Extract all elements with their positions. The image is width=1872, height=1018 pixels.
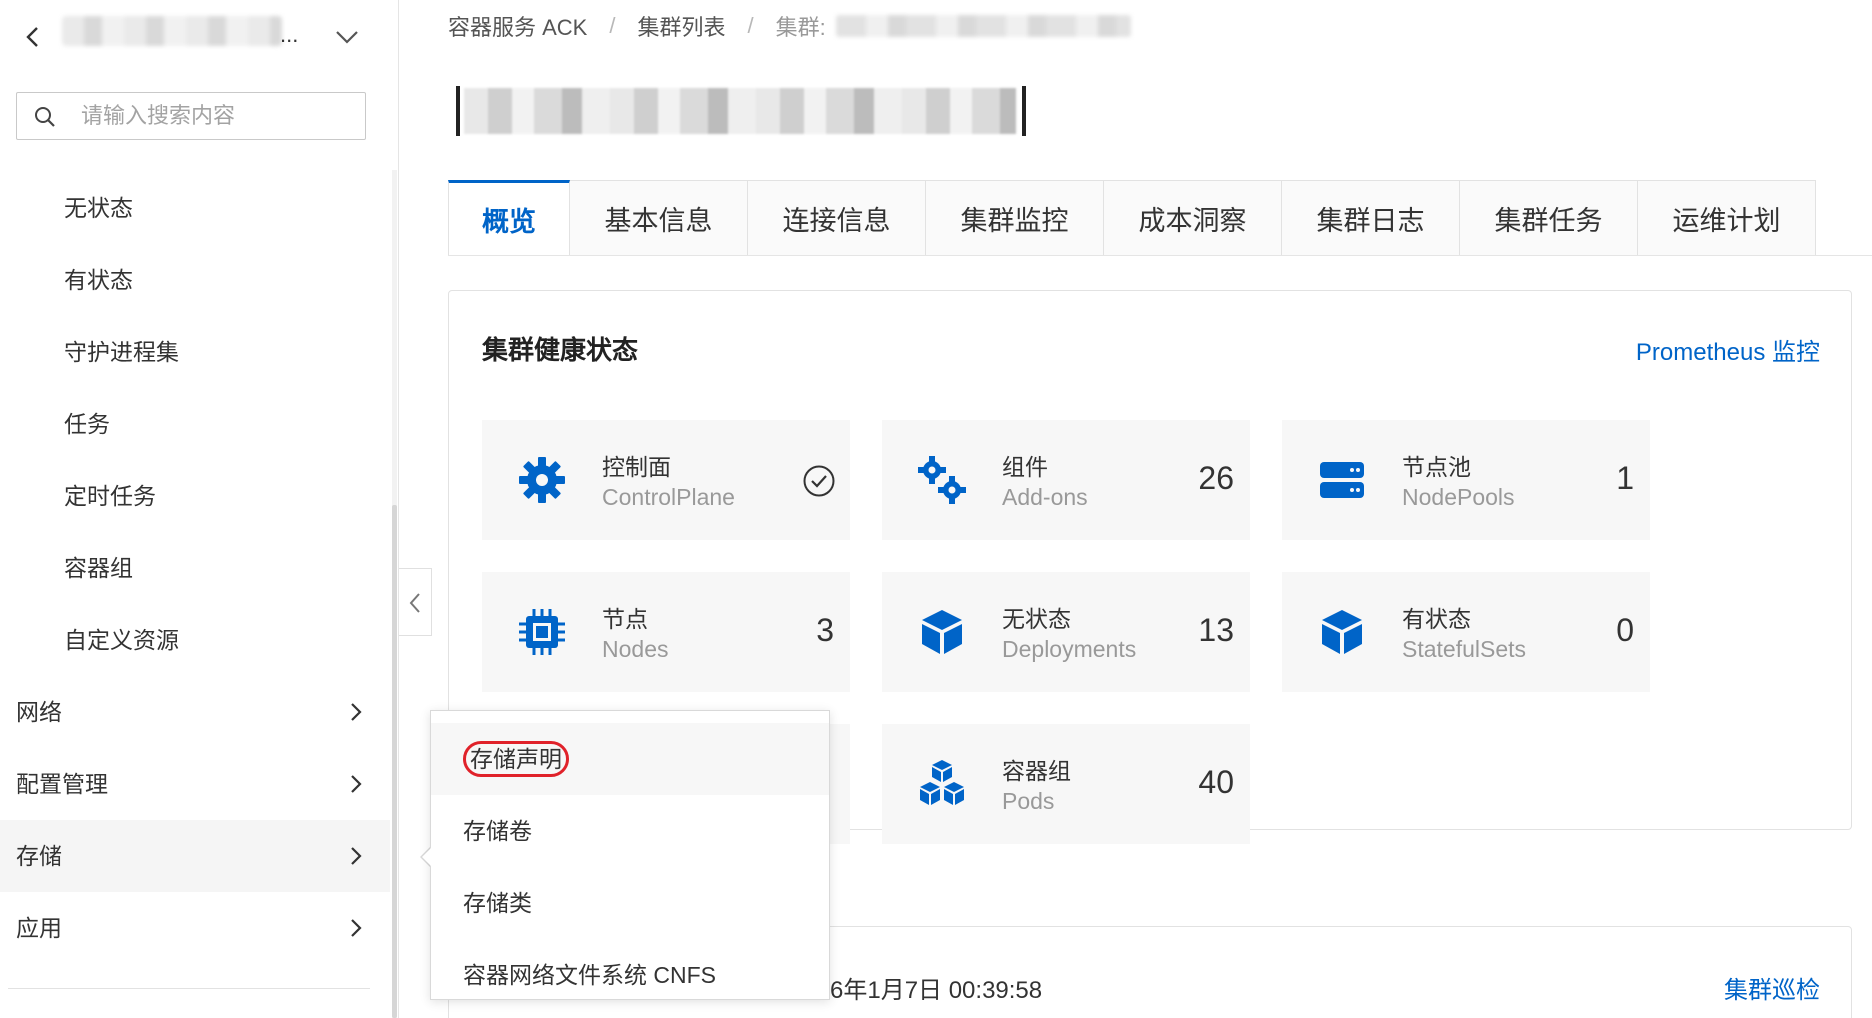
tab-cluster-logs[interactable]: 集群日志 [1282, 180, 1460, 256]
tile-subtitle: StatefulSets [1402, 636, 1527, 662]
chevron-right-icon [351, 775, 362, 793]
storage-submenu: 存储声明 存储卷 存储类 容器网络文件系统 CNFS [430, 710, 830, 1000]
tab-cost-insights[interactable]: 成本洞察 [1104, 180, 1282, 256]
sidebar-group-storage[interactable]: 存储 [0, 820, 390, 892]
tile-subtitle: NodePools [1402, 484, 1515, 510]
sidebar-item-deployments[interactable]: 无状态 [0, 172, 390, 244]
sidebar-group-label: 网络 [16, 699, 62, 725]
tile-deployments[interactable]: 无状态 Deployments 13 [882, 572, 1250, 692]
sidebar-group-apps[interactable]: 应用 [0, 892, 390, 964]
tile-subtitle: Nodes [602, 636, 669, 662]
breadcrumb-current-prefix: 集群: [775, 15, 826, 40]
cluster-name-redacted [62, 16, 282, 46]
tile-subtitle: ControlPlane [602, 484, 735, 510]
chevron-right-icon [351, 919, 362, 937]
submenu-item-storageclass[interactable]: 存储类 [431, 867, 829, 939]
sidebar-group-network[interactable]: 网络 [0, 676, 390, 748]
gear-icon [519, 457, 565, 503]
chevron-right-icon [351, 847, 362, 865]
tile-name: 节点池 [1402, 454, 1471, 480]
page-title-redacted [456, 86, 1026, 136]
search-input[interactable] [81, 101, 351, 131]
tile-name: 有状态 [1402, 606, 1471, 632]
breadcrumb-separator: / [747, 13, 754, 38]
breadcrumb-separator: / [609, 13, 616, 38]
tab-connection-info[interactable]: 连接信息 [748, 180, 926, 256]
sidebar-scrollbar-thumb[interactable] [392, 505, 397, 1018]
sidebar-item-daemonsets[interactable]: 守护进程集 [0, 316, 390, 388]
tile-name: 无状态 [1002, 606, 1071, 632]
tabs-underline [448, 255, 1872, 256]
breadcrumb-ack[interactable]: 容器服务 ACK [448, 10, 587, 42]
tile-value: 13 [1198, 612, 1234, 648]
tile-value: 40 [1198, 764, 1234, 800]
tile-nodes[interactable]: 节点 Nodes 3 [482, 572, 850, 692]
cluster-tabs: 概览 基本信息 连接信息 集群监控 成本洞察 集群日志 集群任务 运维计划 [448, 180, 1816, 256]
search-icon [35, 107, 55, 127]
health-card-title: 集群健康状态 [482, 335, 639, 365]
check-circle-icon [803, 465, 835, 497]
tile-pods[interactable]: 容器组 Pods 40 [882, 724, 1250, 844]
sidebar-item-cronjobs[interactable]: 定时任务 [0, 460, 390, 532]
sidebar-group-config[interactable]: 配置管理 [0, 748, 390, 820]
sidebar-border [398, 0, 399, 1018]
tile-value: 0 [1616, 612, 1634, 648]
sidebar-item-jobs[interactable]: 任务 [0, 388, 390, 460]
sidebar-item-statefulsets[interactable]: 有状态 [0, 244, 390, 316]
chevron-left-icon [26, 27, 38, 47]
cubes-icon [920, 760, 964, 805]
sidebar-collapse-button[interactable] [399, 568, 432, 636]
tab-overview[interactable]: 概览 [448, 180, 570, 256]
sidebar-search [16, 92, 366, 140]
tab-basic-info[interactable]: 基本信息 [570, 180, 748, 256]
chevron-left-icon [409, 593, 420, 613]
submenu-item-cnfs[interactable]: 容器网络文件系统 CNFS [431, 939, 829, 1011]
tile-control-plane[interactable]: 控制面 ControlPlane [482, 420, 850, 540]
cube-icon [1322, 610, 1362, 654]
cluster-name-ellipsis: ... [280, 22, 299, 47]
submenu-item-label: 存储声明 [463, 741, 569, 777]
breadcrumb-cluster-list[interactable]: 集群列表 [637, 10, 725, 42]
submenu-item-pvc[interactable]: 存储声明 [431, 723, 829, 795]
tile-value: 26 [1198, 460, 1234, 496]
tile-nodepools[interactable]: 节点池 NodePools 1 [1282, 420, 1650, 540]
sidebar-group-label: 配置管理 [16, 771, 108, 797]
chevron-right-icon [351, 703, 362, 721]
cluster-inspection-link[interactable]: 集群巡检 [1724, 970, 1820, 1005]
tile-subtitle: Pods [1002, 788, 1055, 814]
gears-icon [918, 456, 966, 504]
submenu-item-pv[interactable]: 存储卷 [431, 795, 829, 867]
breadcrumb: 容器服务 ACK / 集群列表 / 集群: [448, 8, 1131, 44]
sidebar-divider [8, 988, 370, 989]
cluster-switch-dropdown[interactable] [332, 22, 362, 52]
tile-subtitle: Add-ons [1002, 484, 1088, 510]
tile-name: 组件 [1002, 454, 1048, 480]
cube-icon [922, 610, 962, 654]
sidebar-header: ... [0, 0, 398, 76]
tile-subtitle: Deployments [1002, 636, 1137, 662]
server-icon [1320, 462, 1364, 498]
inspection-time: 6年1月7日 00:39:58 [830, 977, 1043, 1004]
tile-statefulsets[interactable]: 有状态 StatefulSets 0 [1282, 572, 1650, 692]
sidebar-item-pods[interactable]: 容器组 [0, 532, 390, 604]
tile-name: 容器组 [1002, 758, 1071, 784]
tile-value: 3 [816, 612, 834, 648]
sidebar-group-label: 应用 [16, 915, 62, 941]
breadcrumb-cluster-redacted [835, 15, 1131, 37]
tile-name: 控制面 [602, 454, 671, 480]
sidebar-group-label: 存储 [16, 843, 62, 869]
chevron-down-icon [336, 31, 358, 44]
tab-cluster-tasks[interactable]: 集群任务 [1460, 180, 1638, 256]
tab-maintenance-plan[interactable]: 运维计划 [1638, 180, 1816, 256]
tile-name: 节点 [602, 606, 648, 632]
tile-addons[interactable]: 组件 Add-ons 26 [882, 420, 1250, 540]
sidebar-item-custom-resources[interactable]: 自定义资源 [0, 604, 390, 676]
sidebar: ... 无状态 有状态 守护进程集 任务 定时任务 容器组 自定义资源 网络 配… [0, 0, 398, 1018]
tile-value: 1 [1616, 460, 1634, 496]
tab-cluster-monitoring[interactable]: 集群监控 [926, 180, 1104, 256]
back-button[interactable] [18, 22, 48, 52]
popup-arrow-fill [422, 848, 431, 866]
prometheus-link[interactable]: Prometheus 监控 [1636, 332, 1820, 367]
chip-icon [519, 609, 565, 655]
